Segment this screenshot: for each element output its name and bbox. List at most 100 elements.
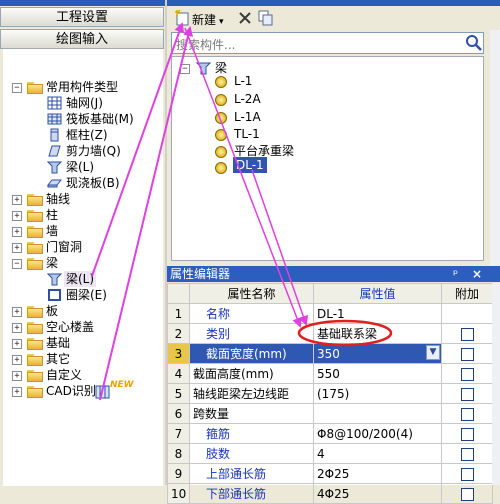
table-row[interactable]: 6 跨数量 (167, 403, 493, 424)
expand-toggle[interactable]: + (12, 339, 22, 349)
new-button-label: 新建 (192, 13, 217, 27)
tree-item-custom[interactable]: 自定义 (46, 367, 82, 383)
extra-cell (441, 403, 493, 424)
row-number: 1 (167, 303, 190, 324)
tree-item-beam-folder[interactable]: 梁 (46, 255, 58, 271)
vertical-scrollbar[interactable] (490, 30, 500, 270)
property-value-dropdown[interactable]: 350 ▼ (313, 343, 442, 364)
tree-item-slab[interactable]: 板 (46, 303, 58, 319)
property-value[interactable]: 2Φ25 (313, 463, 442, 484)
row-number: 4 (167, 363, 190, 384)
table-row-selected[interactable]: 3 截面宽度(mm) 350 ▼ (167, 343, 493, 364)
table-row[interactable]: 1 名称 DL-1 (167, 303, 493, 324)
extra-cell (441, 383, 493, 404)
property-name: 肢数 (189, 443, 314, 464)
chevron-down-icon[interactable]: ▼ (426, 345, 440, 360)
copy-icon[interactable] (258, 10, 274, 26)
expand-toggle[interactable]: + (12, 195, 22, 205)
extra-checkbox[interactable] (460, 427, 474, 441)
tree-item-hollow-floor[interactable]: 空心楼盖 (46, 319, 94, 335)
expand-toggle[interactable]: + (12, 307, 22, 317)
tree-item-frame-column[interactable]: 框柱(Z) (66, 127, 108, 143)
property-value[interactable]: (175) (313, 383, 442, 404)
extra-checkbox[interactable] (460, 407, 474, 421)
row-number: 2 (167, 323, 190, 344)
property-value[interactable]: 550 (313, 363, 442, 384)
tree-item-axis-lines[interactable]: 轴线 (46, 191, 70, 207)
gear-icon (215, 146, 227, 158)
component-item-l1[interactable]: L-1 (234, 73, 252, 89)
property-value[interactable]: Φ8@100/200(4) (313, 423, 442, 444)
extra-checkbox[interactable] (460, 387, 474, 401)
beam-icon (47, 273, 62, 286)
extra-checkbox[interactable] (460, 347, 474, 361)
extra-checkbox[interactable] (460, 447, 474, 461)
new-button[interactable]: 新建 ▾ (192, 11, 224, 28)
tree-item-other[interactable]: 其它 (46, 351, 70, 367)
extra-checkbox[interactable] (460, 367, 474, 381)
extra-cell (441, 463, 493, 484)
pin-icon[interactable]: ᵖ (453, 266, 458, 282)
tree-item-beam-l[interactable]: 梁(L) (64, 271, 97, 287)
table-row[interactable]: 9 上部通长筋 2Φ25 (167, 463, 493, 484)
search-input[interactable]: 搜索构件... (176, 36, 235, 53)
close-icon[interactable]: × (472, 266, 482, 282)
row-number: 3 (167, 343, 190, 364)
expand-toggle[interactable]: + (12, 323, 22, 333)
expand-toggle[interactable]: + (12, 211, 22, 221)
expand-toggle[interactable]: − (180, 64, 190, 74)
table-row[interactable]: 4 截面高度(mm) 550 (167, 363, 493, 384)
tree-item-raft-foundation[interactable]: 筏板基础(M) (66, 111, 134, 127)
expand-toggle[interactable]: − (12, 259, 22, 269)
tree-item-shear-wall[interactable]: 剪力墙(Q) (66, 143, 121, 159)
table-row[interactable]: 10 下部通长筋 4Φ25 (167, 483, 493, 504)
tree-item-wall[interactable]: 墙 (46, 223, 58, 239)
frame-column-icon (50, 128, 59, 142)
table-row[interactable]: 8 肢数 4 (167, 443, 493, 464)
tree-item-foundation[interactable]: 基础 (46, 335, 70, 351)
extra-cell (441, 323, 493, 344)
component-item-dl1-selected[interactable]: DL-1 (233, 157, 267, 173)
property-value[interactable]: 350 (317, 347, 340, 361)
tree-item-beam[interactable]: 梁(L) (66, 159, 94, 175)
tree-item-common-types[interactable]: 常用构件类型 (46, 79, 118, 95)
table-row[interactable]: 5 轴线距梁左边线距 (175) (167, 383, 493, 404)
tree-item-axis-grid[interactable]: 轴网(J) (66, 95, 103, 111)
property-value[interactable]: 基础联系梁 (313, 323, 442, 344)
expand-toggle[interactable]: + (12, 387, 22, 397)
component-search-box[interactable]: 搜索构件... (171, 32, 484, 54)
navigation-panel: 工程设置 绘图输入 + − (0, 0, 165, 486)
table-row[interactable]: 7 箍筋 Φ8@100/200(4) (167, 423, 493, 444)
tree-item-column[interactable]: 柱 (46, 207, 58, 223)
extra-checkbox[interactable] (460, 487, 474, 501)
property-value[interactable] (313, 403, 442, 424)
expand-toggle[interactable]: − (12, 83, 22, 93)
tree-item-cad-recognition[interactable]: CAD识别 (46, 383, 96, 399)
tree-item-ring-beam[interactable]: 圈梁(E) (66, 287, 107, 303)
tree-item-cast-slab[interactable]: 现浇板(B) (66, 175, 120, 191)
expand-toggle[interactable]: + (12, 371, 22, 381)
expand-toggle[interactable]: + (12, 243, 22, 253)
extra-checkbox[interactable] (460, 467, 474, 481)
tree-root-beam[interactable]: 梁 (215, 60, 227, 76)
component-item-l1a[interactable]: L-1A (234, 109, 261, 125)
property-value[interactable]: 4 (313, 443, 442, 464)
delete-icon[interactable] (238, 11, 252, 25)
property-editor-titlebar: 属性编辑器 ᵖ × (167, 266, 500, 282)
extra-checkbox[interactable] (460, 327, 474, 341)
table-row[interactable]: 2 类别 基础联系梁 (167, 323, 493, 344)
property-name: 箍筋 (189, 423, 314, 444)
property-value[interactable]: 4Φ25 (313, 483, 442, 504)
expand-toggle[interactable]: + (12, 227, 22, 237)
expand-toggle[interactable]: + (12, 355, 22, 365)
component-item-tl1[interactable]: TL-1 (234, 126, 260, 142)
component-item-l2a[interactable]: L-2A (234, 91, 261, 107)
property-grid: 属性名称 属性值 附加 1 名称 DL-1 2 类别 基础联系梁 3 截面宽度(… (167, 283, 493, 504)
property-grid-scrollbar[interactable] (492, 283, 500, 485)
property-value[interactable]: DL-1 (313, 303, 442, 324)
cast-slab-icon (47, 179, 62, 188)
tree-item-door-window-opening[interactable]: 门窗洞 (46, 239, 82, 255)
drawing-input-button[interactable]: 绘图输入 (0, 29, 164, 49)
search-icon[interactable] (465, 34, 483, 52)
project-settings-button[interactable]: 工程设置 (0, 7, 164, 27)
